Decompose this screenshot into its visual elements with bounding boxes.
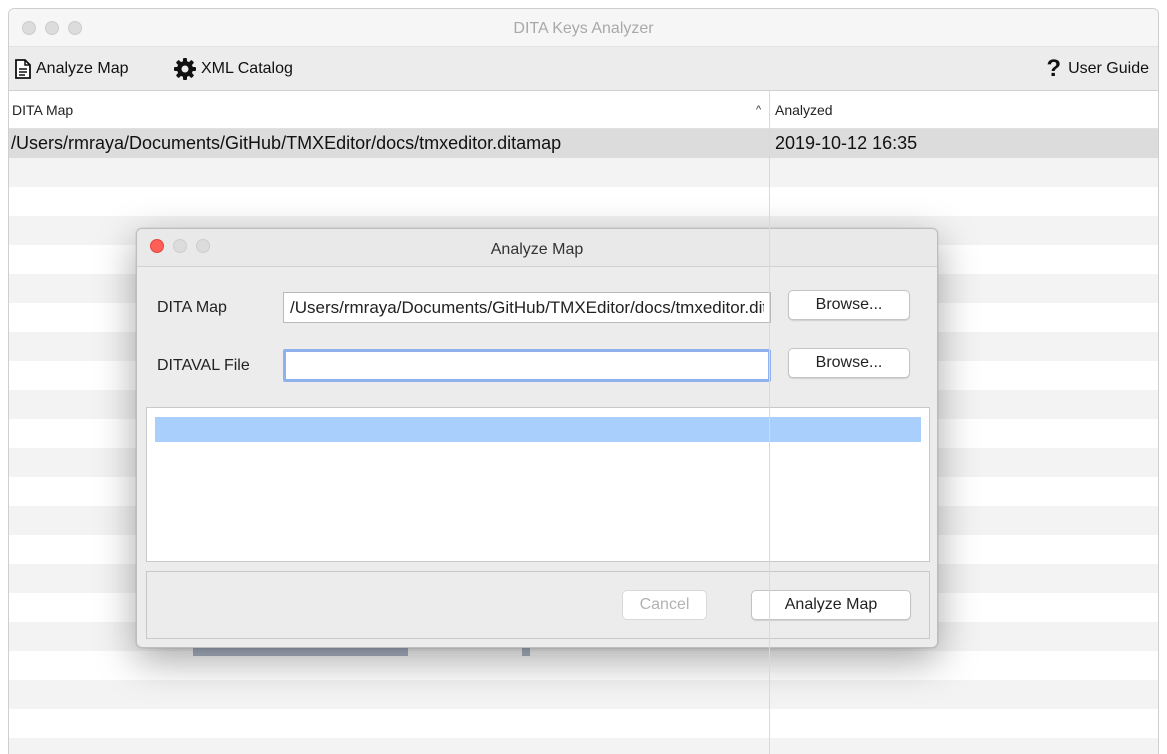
document-icon: [14, 59, 32, 79]
table-row[interactable]: /Users/rmraya/Documents/GitHub/TMXEditor…: [9, 129, 1158, 158]
xml-catalog-button[interactable]: XML Catalog: [173, 57, 293, 81]
analyze-map-dialog: Analyze Map DITA Map Browse... DITAVAL F…: [136, 228, 938, 648]
ditaval-label: DITAVAL File: [157, 357, 250, 374]
xml-catalog-label: XML Catalog: [201, 60, 293, 77]
gear-icon: [173, 57, 197, 81]
user-guide-button[interactable]: ? User Guide: [1046, 57, 1149, 81]
dialog-title-bar: Analyze Map: [137, 229, 937, 267]
title-bar: DITA Keys Analyzer: [9, 9, 1158, 47]
cell-analyzed: 2019-10-12 16:35: [775, 133, 918, 153]
user-guide-label: User Guide: [1068, 60, 1149, 77]
column-header-dita-map[interactable]: DITA Map: [12, 102, 73, 118]
dialog-title: Analyze Map: [490, 241, 584, 258]
analyze-map-label: Analyze Map: [36, 60, 129, 77]
column-divider[interactable]: [769, 91, 770, 754]
question-icon: ?: [1046, 55, 1062, 82]
dita-map-field[interactable]: [283, 292, 771, 323]
log-list[interactable]: [146, 407, 930, 562]
sort-ascending-icon[interactable]: ^: [756, 104, 761, 116]
column-header-analyzed[interactable]: Analyzed: [775, 102, 833, 118]
log-line-highlight[interactable]: [155, 417, 921, 442]
cell-dita-map: /Users/rmraya/Documents/GitHub/TMXEditor…: [11, 133, 562, 153]
browse-ditaval-button[interactable]: Browse...: [788, 348, 910, 378]
ditaval-field[interactable]: [283, 349, 771, 382]
table-header: DITA Map ^ Analyzed: [9, 91, 1158, 129]
background-artifact: [193, 648, 408, 656]
dialog-button-bar: Cancel Analyze Map: [146, 571, 930, 639]
toolbar: Analyze Map XML Catalog ? User Guide: [9, 47, 1158, 91]
window-title: DITA Keys Analyzer: [513, 20, 654, 37]
dita-map-label: DITA Map: [157, 299, 227, 316]
background-artifact: [522, 648, 530, 656]
browse-dita-map-button[interactable]: Browse...: [788, 290, 910, 320]
analyze-map-button[interactable]: Analyze Map: [14, 57, 129, 81]
analyze-map-submit-button[interactable]: Analyze Map: [751, 590, 911, 620]
cancel-button[interactable]: Cancel: [622, 590, 707, 620]
